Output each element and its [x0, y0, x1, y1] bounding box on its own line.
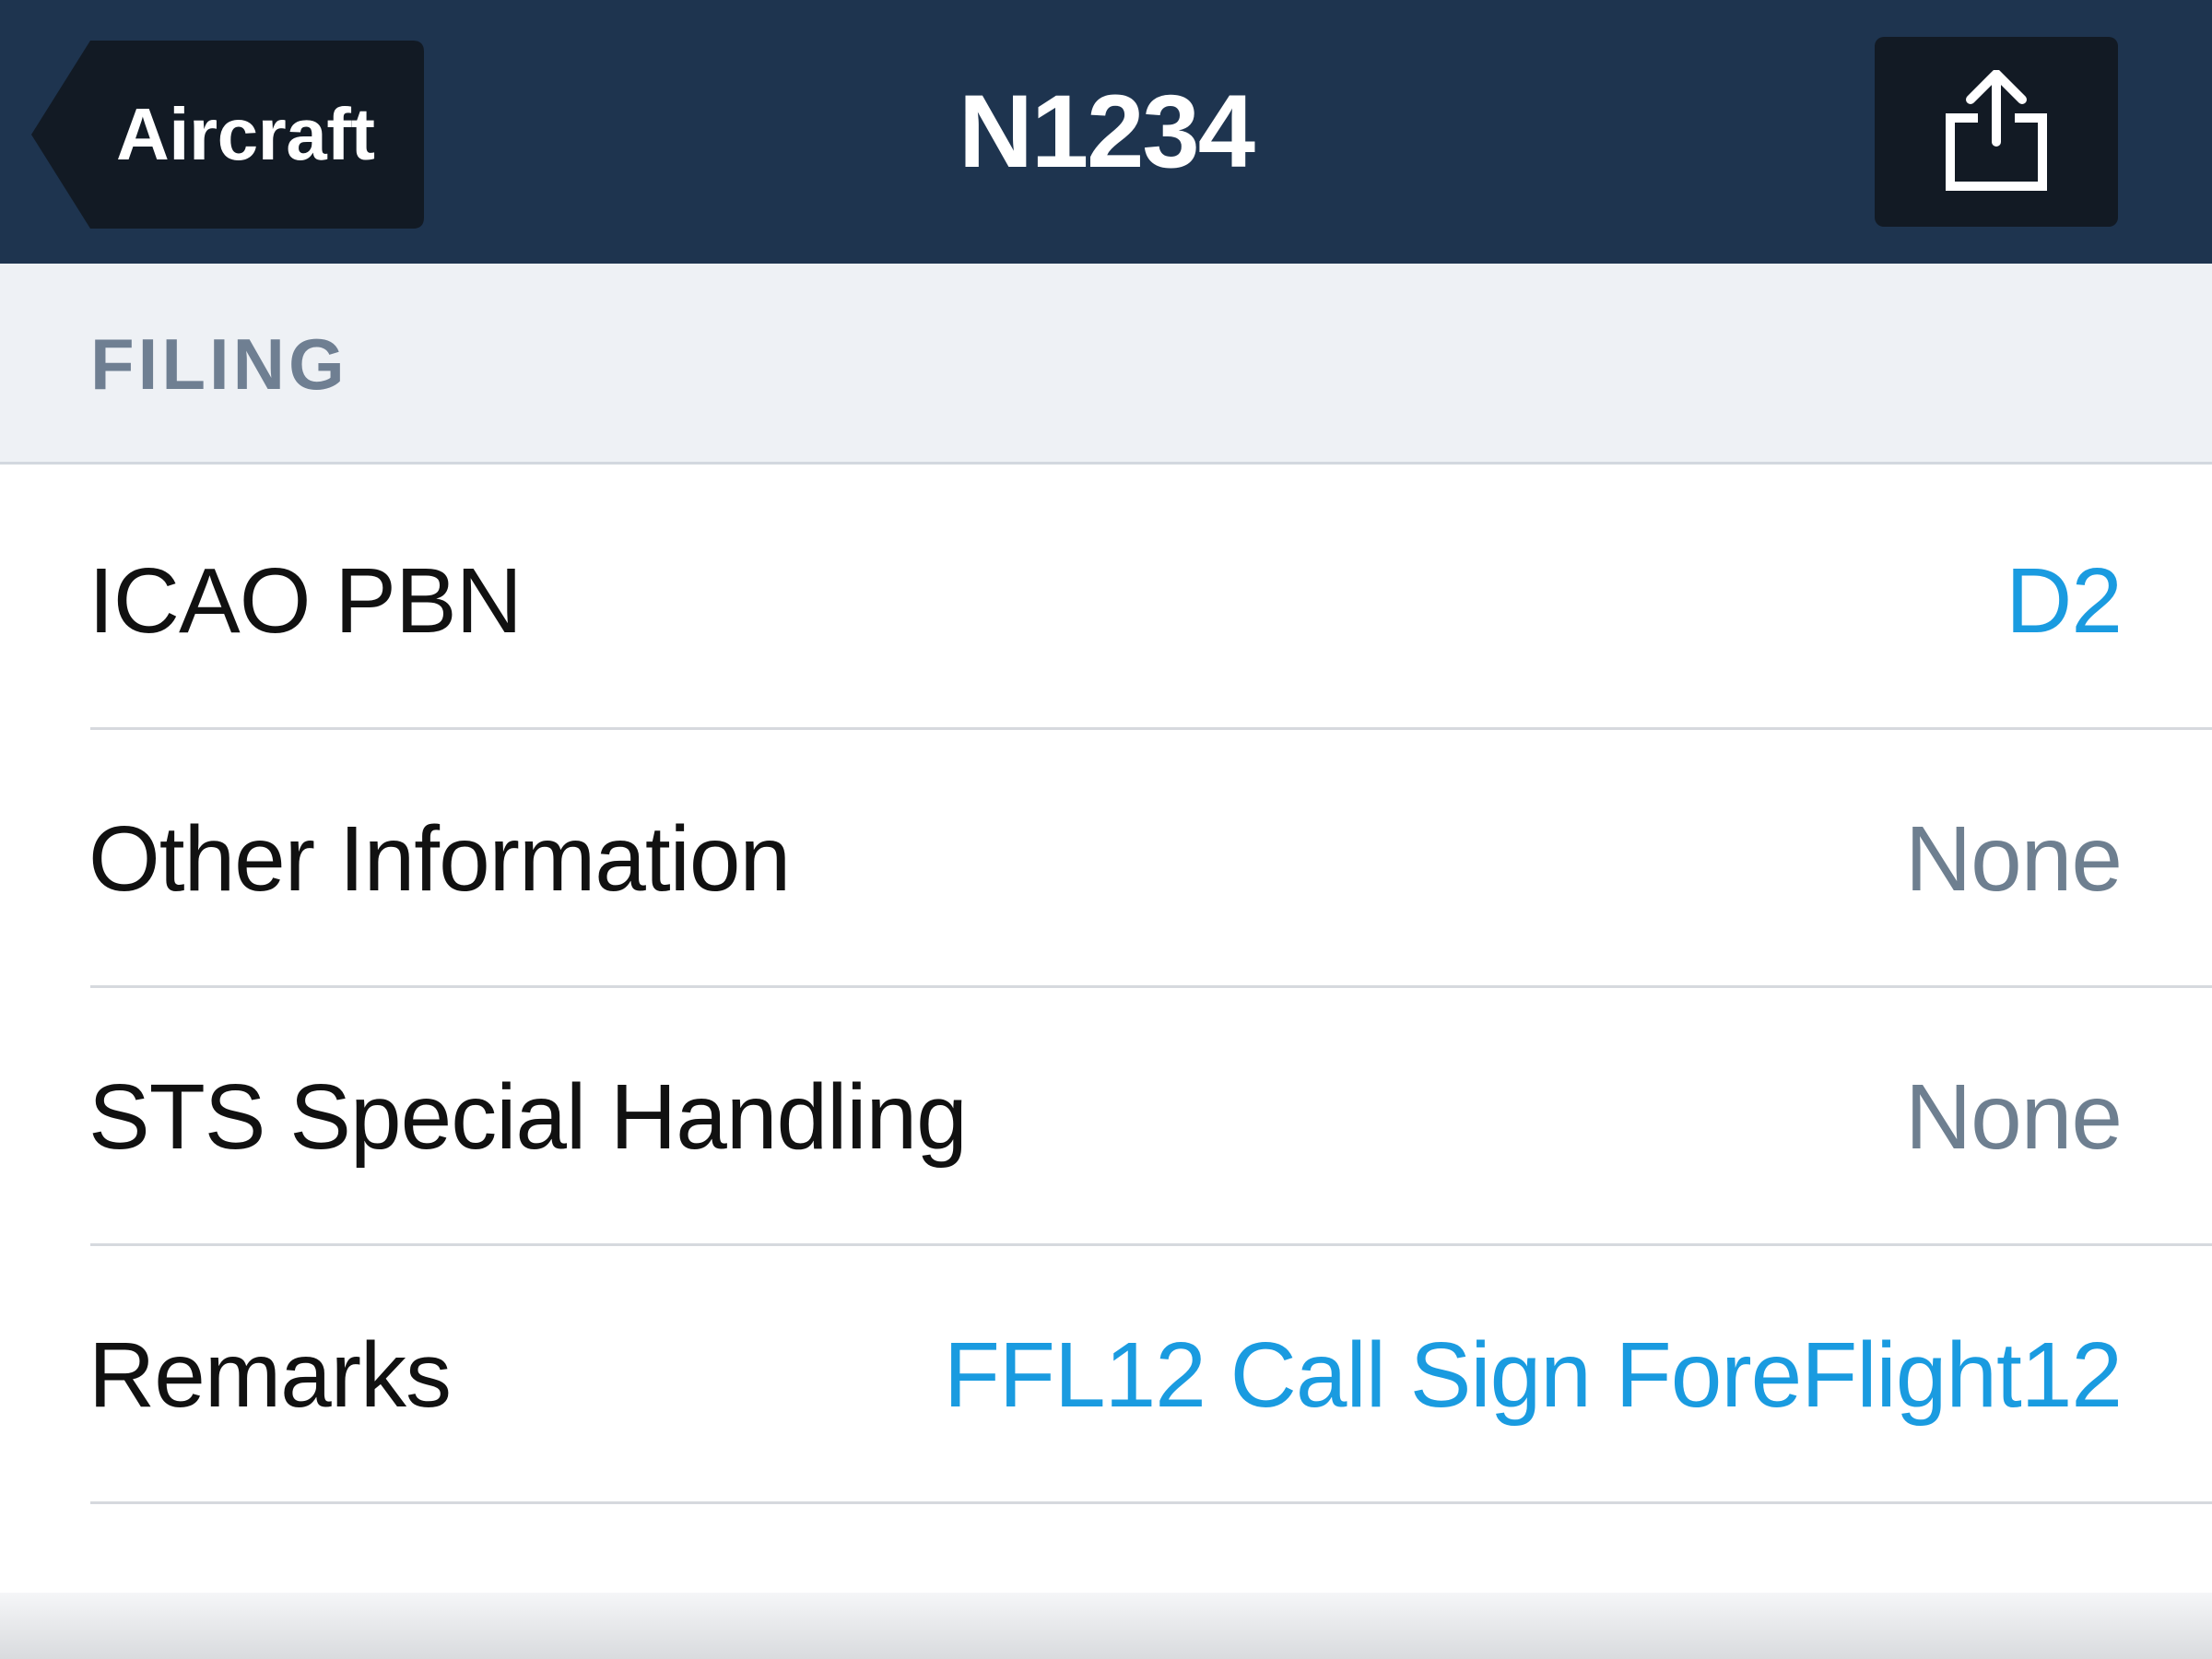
row-label: Other Information	[88, 807, 791, 911]
share-button[interactable]	[1875, 37, 2118, 227]
back-button[interactable]: Aircraft	[31, 41, 424, 229]
row-value: D2	[2006, 549, 2123, 653]
row-label: ICAO PBN	[88, 549, 523, 653]
row-value: None	[1904, 807, 2123, 911]
bottom-bar	[0, 1593, 2212, 1659]
section-title: FILING	[90, 324, 348, 405]
row-divider	[90, 1501, 2212, 1504]
row-sts-special-handling[interactable]: STS Special Handling None	[0, 988, 2212, 1246]
row-label: STS Special Handling	[88, 1065, 968, 1169]
back-button-label: Aircraft	[116, 93, 375, 175]
aircraft-filing-screen: Aircraft N1234 FILING ICAO PBN D2 Other …	[0, 0, 2212, 1659]
row-icao-pbn[interactable]: ICAO PBN D2	[0, 472, 2212, 730]
section-header-filing: FILING	[0, 264, 2212, 465]
row-value: FFL12 Call Sign ForeFlight12	[943, 1324, 2123, 1427]
row-other-information[interactable]: Other Information None	[0, 730, 2212, 988]
row-label: Remarks	[88, 1324, 452, 1427]
navigation-bar: Aircraft N1234	[0, 0, 2212, 264]
row-remarks[interactable]: Remarks FFL12 Call Sign ForeFlight12	[0, 1246, 2212, 1504]
row-value: None	[1904, 1065, 2123, 1169]
share-icon	[1946, 70, 2047, 191]
